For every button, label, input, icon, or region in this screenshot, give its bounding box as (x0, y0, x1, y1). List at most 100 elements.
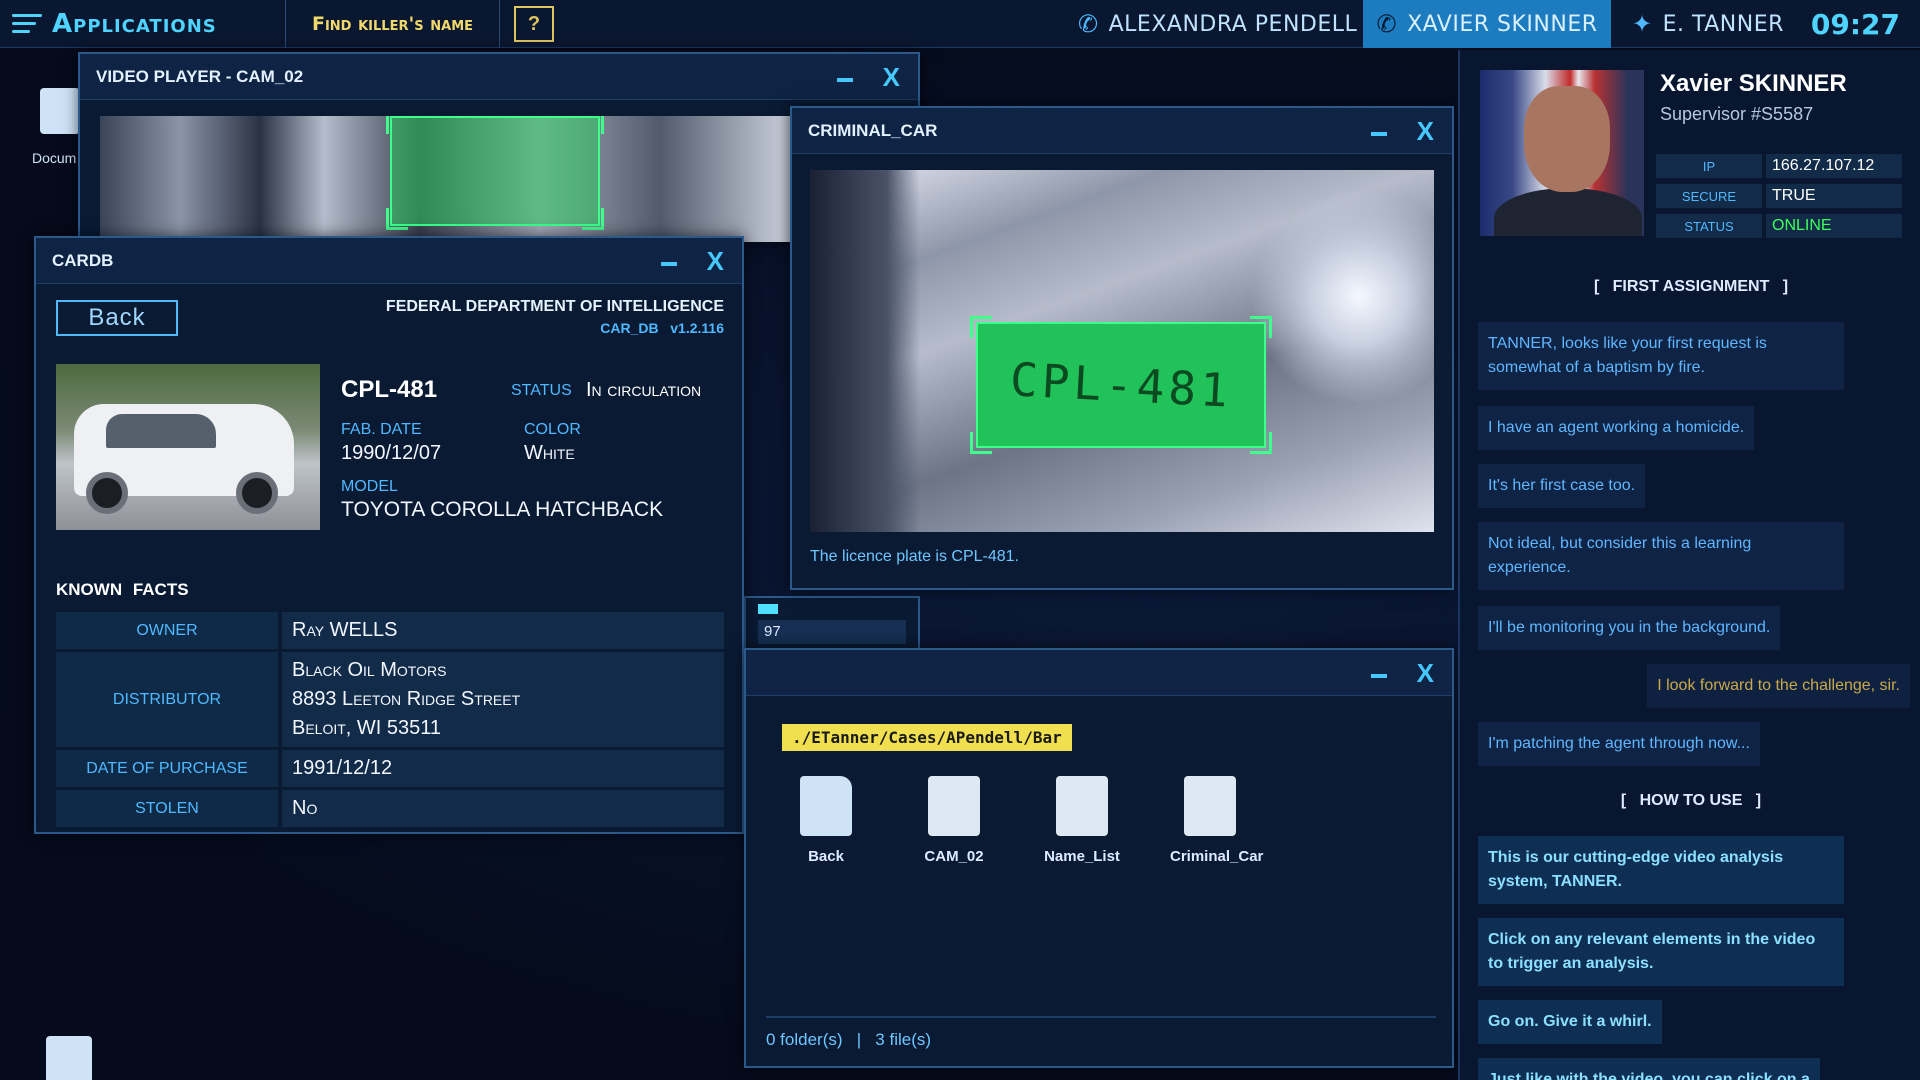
fact-key: DATE OF PURCHASE (56, 750, 278, 787)
analysis-hotspot[interactable] (386, 116, 604, 230)
recycle-icon[interactable] (46, 1036, 92, 1080)
chat-message-reply: I look forward to the challenge, sir. (1647, 664, 1910, 708)
plate-highlight[interactable]: CPL-481 (970, 316, 1272, 454)
contact-xavier-skinner[interactable]: ✆ XAVIER SKINNER (1363, 0, 1611, 48)
video-player-titlebar[interactable]: VIDEO PLAYER - CAM_02 X (80, 54, 918, 100)
help-button[interactable]: ? (514, 6, 554, 42)
close-button[interactable]: X (707, 248, 724, 274)
agency-header: FEDERAL DEPARTMENT OF INTELLIGENCE CAR_D… (386, 298, 724, 336)
fact-key: OWNER (56, 612, 278, 649)
fact-row-stolen: STOLEN No (56, 790, 724, 827)
color-value: White (524, 442, 575, 464)
ip-label: IP (1656, 154, 1762, 178)
status-value: In circulation (586, 379, 702, 401)
chat-message: I have an agent working a homicide. (1478, 406, 1755, 450)
back-button[interactable]: Back (56, 300, 178, 336)
section-how-to-use: [ HOW TO USE ] (1620, 792, 1762, 809)
file-browser-window: X ./ETanner/Cases/APendell/Bar Back CAM_… (744, 648, 1454, 1068)
folders-count: 0 folder(s) (766, 1030, 843, 1049)
video-feed[interactable] (100, 116, 900, 242)
phone-icon: ✆ (1078, 10, 1099, 38)
file-item-criminal-car[interactable]: Criminal_Car (1170, 776, 1263, 865)
plate-text: CPL-481 (1008, 352, 1234, 418)
fact-key: STOLEN (56, 790, 278, 827)
applications-menu-button[interactable]: Applications (0, 0, 285, 48)
task-label: Find killer's name (311, 13, 474, 35)
window-title: VIDEO PLAYER - CAM_02 (96, 66, 304, 86)
info-row: 97 (758, 620, 906, 644)
footer-separator: | (856, 1030, 862, 1049)
badge-icon: ✦ (1632, 10, 1653, 38)
analysis-caption: The licence plate is CPL-481. (810, 548, 1019, 565)
ip-row: IP 166.27.107.12 (1656, 154, 1902, 178)
file-list: Back CAM_02 Name_List Criminal_Car (786, 776, 1263, 865)
files-count: 3 file(s) (875, 1030, 932, 1049)
close-button[interactable]: X (1417, 118, 1434, 144)
fact-row-purchase-date: DATE OF PURCHASE 1991/12/12 (56, 750, 724, 787)
folder-up-icon (800, 776, 852, 836)
cardb-window: CARDB X Back FEDERAL DEPARTMENT OF INTEL… (34, 236, 744, 834)
minimize-button[interactable] (660, 262, 677, 266)
documents-folder-icon[interactable] (40, 88, 80, 134)
how-to-message: This is our cutting-edge video analysis … (1478, 836, 1844, 904)
distributor-line: 8893 Leeton Ridge Street (292, 688, 521, 710)
how-to-message: Go on. Give it a whirl. (1478, 1000, 1662, 1044)
clock: 09:27 (1810, 7, 1900, 41)
fact-value[interactable]: 1991/12/12 (282, 750, 724, 787)
status-row: STATUS ONLINE (1656, 214, 1902, 238)
secure-value: TRUE (1766, 184, 1902, 208)
chat-message: I'll be monitoring you in the background… (1478, 606, 1781, 650)
file-item-cam02[interactable]: CAM_02 (914, 776, 994, 865)
cardb-titlebar[interactable]: CARDB X (36, 238, 742, 284)
file-name: Name_List (1044, 848, 1120, 865)
secure-label: SECURE (1656, 184, 1762, 208)
contact-role: Supervisor #S5587 (1660, 104, 1814, 124)
window-title: CRIMINAL_CAR (808, 120, 938, 140)
plate-closeup-image[interactable]: CPL-481 (810, 170, 1434, 532)
hamburger-icon (12, 13, 42, 35)
section-first-assignment: [ FIRST ASSIGNMENT ] (1593, 278, 1789, 295)
minimize-button[interactable] (836, 78, 853, 82)
contact-alexandra-pendell[interactable]: ✆ ALEXANDRA PENDELL (1078, 0, 1358, 48)
fact-value[interactable]: No (282, 790, 724, 827)
contact-e-tanner[interactable]: ✦ E. TANNER (1632, 0, 1812, 48)
minimize-button[interactable] (1370, 132, 1387, 136)
chat-message: It's her first case too. (1478, 464, 1646, 508)
section-title: HOW TO USE (1639, 792, 1743, 809)
fact-key: DISTRIBUTOR (56, 652, 278, 747)
fact-value[interactable]: Black Oil Motors 8893 Leeton Ridge Stree… (282, 652, 724, 747)
model-label: MODEL (341, 478, 398, 495)
agency-name: FEDERAL DEPARTMENT OF INTELLIGENCE (385, 298, 724, 315)
db-version: v1.2.116 (670, 320, 724, 336)
criminal-car-titlebar[interactable]: CRIMINAL_CAR X (792, 108, 1452, 154)
secure-row: SECURE TRUE (1656, 184, 1902, 208)
window-title: CARDB (52, 250, 114, 270)
chat-message: TANNER, looks like your first request is… (1478, 322, 1844, 390)
file-name: Back (808, 848, 844, 865)
close-button[interactable]: X (883, 64, 900, 90)
plate-number: CPL-481 (341, 376, 438, 403)
criminal-car-window: CRIMINAL_CAR X CPL-481 The licence plate… (790, 106, 1454, 590)
how-to-message: Just like with the video, you can click … (1478, 1058, 1820, 1080)
fab-date-label: FAB. DATE (341, 421, 422, 438)
close-button[interactable]: X (1417, 660, 1434, 686)
model-value: TOYOTA COROLLA HATCHBACK (341, 498, 664, 521)
contact-name: XAVIER SKINNER (1407, 11, 1598, 37)
distributor-line: Beloit, WI 53511 (292, 717, 442, 739)
status-label: STATUS (1656, 214, 1762, 238)
contact-avatar (1480, 70, 1644, 236)
known-facts-heading: KNOWN FACTS (56, 580, 189, 599)
file-browser-titlebar[interactable]: X (746, 650, 1452, 696)
section-title: FIRST ASSIGNMENT (1612, 278, 1770, 295)
fact-value[interactable]: Ray WELLS (282, 612, 724, 649)
fab-date-value: 1990/12/07 (341, 442, 442, 464)
fact-row-distributor: DISTRIBUTOR Black Oil Motors 8893 Leeton… (56, 652, 724, 747)
applications-label: Applications (52, 9, 217, 39)
status-label: STATUS (511, 382, 572, 399)
file-item-back[interactable]: Back (786, 776, 866, 865)
file-item-name-list[interactable]: Name_List (1042, 776, 1122, 865)
distributor-line: Black Oil Motors (292, 659, 447, 681)
camera-file-icon (928, 776, 980, 836)
minimize-button[interactable] (1370, 674, 1387, 678)
chat-message: I'm patching the agent through now... (1478, 722, 1760, 766)
